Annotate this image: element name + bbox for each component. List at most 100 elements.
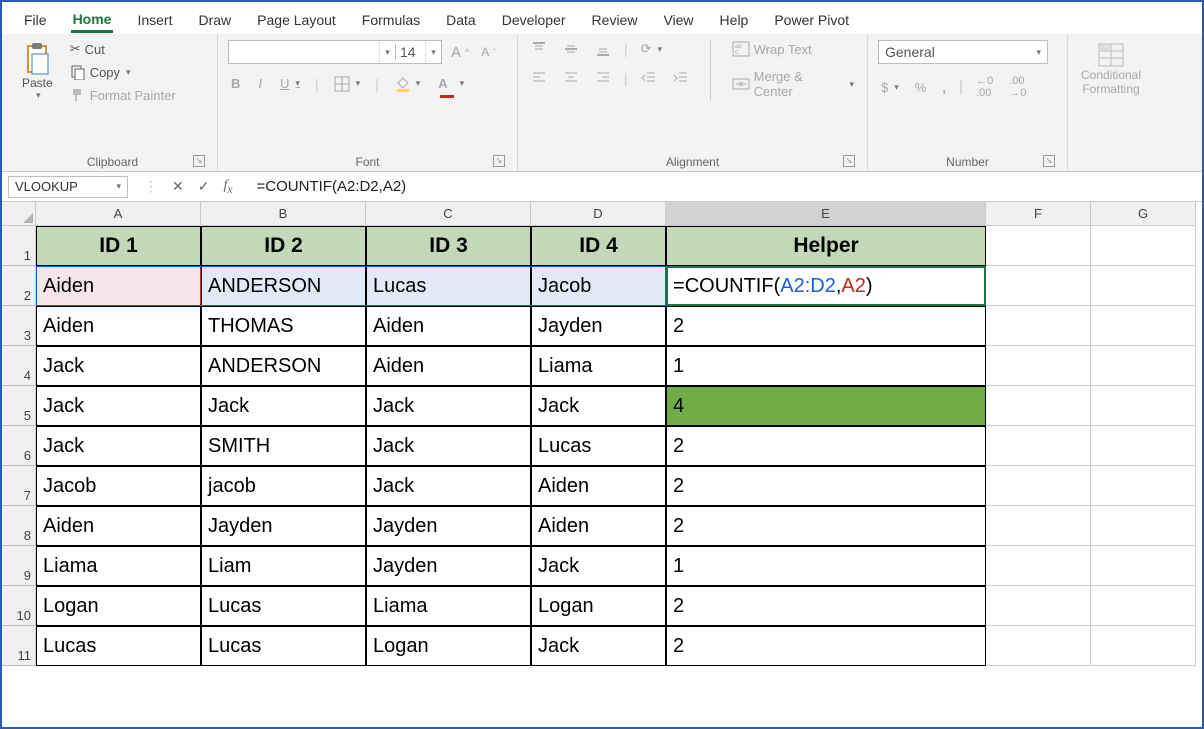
fx-icon[interactable]: fx <box>223 178 232 196</box>
cell-F7[interactable] <box>986 466 1091 506</box>
select-all-corner[interactable] <box>2 202 36 226</box>
cell-C6[interactable]: Jack <box>366 426 531 466</box>
cell-F4[interactable] <box>986 346 1091 386</box>
cell-A10[interactable]: Logan <box>36 586 201 626</box>
cell-B10[interactable]: Lucas <box>201 586 366 626</box>
number-format-dropdown[interactable]: General ▾ <box>878 40 1048 64</box>
cell-C11[interactable]: Logan <box>366 626 531 666</box>
cell-E11[interactable]: 2 <box>666 626 986 666</box>
cell-D1[interactable]: ID 4 <box>531 226 666 266</box>
enter-icon[interactable]: ✓ <box>198 178 210 196</box>
increase-font-button[interactable]: A^ <box>448 43 472 62</box>
row-header-11[interactable]: 11 <box>2 626 36 666</box>
tab-review[interactable]: Review <box>590 9 640 31</box>
cell-G3[interactable] <box>1091 306 1196 346</box>
borders-button[interactable]: ▾ <box>331 75 364 93</box>
col-header-C[interactable]: C <box>366 202 531 226</box>
font-color-button[interactable]: A▾ <box>435 74 467 93</box>
cell-B6[interactable]: SMITH <box>201 426 366 466</box>
cell-B3[interactable]: THOMAS <box>201 306 366 346</box>
cell-C5[interactable]: Jack <box>366 386 531 426</box>
cell-D3[interactable]: Jayden <box>531 306 666 346</box>
font-size-value[interactable]: 14 <box>395 44 425 60</box>
more-icon[interactable]: ⋮ <box>144 178 158 196</box>
cell-E3[interactable]: 2 <box>666 306 986 346</box>
row-header-3[interactable]: 3 <box>2 306 36 346</box>
cell-A5[interactable]: Jack <box>36 386 201 426</box>
cell-G2[interactable] <box>1091 266 1196 306</box>
orientation-button[interactable]: ⟳▾ <box>638 40 665 58</box>
cell-E10[interactable]: 2 <box>666 586 986 626</box>
cell-A3[interactable]: Aiden <box>36 306 201 346</box>
cell-F3[interactable] <box>986 306 1091 346</box>
cell-F11[interactable] <box>986 626 1091 666</box>
font-name-dropdown[interactable]: ▾ 14 ▾ <box>228 40 442 64</box>
name-box[interactable]: VLOOKUP ▾ <box>8 176 128 198</box>
cell-G6[interactable] <box>1091 426 1196 466</box>
increase-decimal-button[interactable]: ←0.00 <box>973 74 996 100</box>
bold-button[interactable]: B <box>228 75 243 92</box>
cell-G9[interactable] <box>1091 546 1196 586</box>
cell-G4[interactable] <box>1091 346 1196 386</box>
cell-D4[interactable]: Liama <box>531 346 666 386</box>
cell-C3[interactable]: Aiden <box>366 306 531 346</box>
cell-G7[interactable] <box>1091 466 1196 506</box>
cell-B9[interactable]: Liam <box>201 546 366 586</box>
paste-button[interactable]: Paste ▾ <box>18 40 57 103</box>
cell-G5[interactable] <box>1091 386 1196 426</box>
align-top-button[interactable] <box>528 40 550 58</box>
conditional-formatting-button[interactable]: Conditional Formatting <box>1078 40 1144 98</box>
col-header-F[interactable]: F <box>986 202 1091 226</box>
align-left-button[interactable] <box>528 70 550 86</box>
cell-D8[interactable]: Aiden <box>531 506 666 546</box>
cancel-icon[interactable]: ✕ <box>172 178 184 196</box>
cell-D5[interactable]: Jack <box>531 386 666 426</box>
decrease-decimal-button[interactable]: .00→0 <box>1006 74 1029 100</box>
cell-C2[interactable]: Lucas <box>366 266 531 306</box>
cell-E6[interactable]: 2 <box>666 426 986 466</box>
tab-file[interactable]: File <box>22 9 49 31</box>
cell-B4[interactable]: ANDERSON <box>201 346 366 386</box>
dialog-launcher-icon[interactable]: ↘ <box>1043 155 1055 167</box>
cell-D2[interactable]: Jacob <box>531 266 666 306</box>
align-right-button[interactable] <box>592 70 614 86</box>
align-bottom-button[interactable] <box>592 40 614 58</box>
cell-A6[interactable]: Jack <box>36 426 201 466</box>
cell-E4[interactable]: 1 <box>666 346 986 386</box>
cell-A9[interactable]: Liama <box>36 546 201 586</box>
dialog-launcher-icon[interactable]: ↘ <box>493 155 505 167</box>
wrap-text-button[interactable]: abc Wrap Text <box>729 40 857 58</box>
cell-C8[interactable]: Jayden <box>366 506 531 546</box>
cell-B11[interactable]: Lucas <box>201 626 366 666</box>
cell-G1[interactable] <box>1091 226 1196 266</box>
cell-B8[interactable]: Jayden <box>201 506 366 546</box>
align-middle-button[interactable] <box>560 40 582 58</box>
tab-help[interactable]: Help <box>718 9 751 31</box>
row-header-5[interactable]: 5 <box>2 386 36 426</box>
cell-C1[interactable]: ID 3 <box>366 226 531 266</box>
cell-A11[interactable]: Lucas <box>36 626 201 666</box>
tab-insert[interactable]: Insert <box>135 9 174 31</box>
col-header-G[interactable]: G <box>1091 202 1196 226</box>
cell-A1[interactable]: ID 1 <box>36 226 201 266</box>
underline-button[interactable]: U▾ <box>277 75 303 92</box>
cell-F5[interactable] <box>986 386 1091 426</box>
tab-power-pivot[interactable]: Power Pivot <box>772 9 851 31</box>
row-header-1[interactable]: 1 <box>2 226 36 266</box>
percent-button[interactable]: % <box>912 79 930 96</box>
decrease-font-button[interactable]: Aˇ <box>478 44 499 60</box>
col-header-D[interactable]: D <box>531 202 666 226</box>
cell-D7[interactable]: Aiden <box>531 466 666 506</box>
row-header-2[interactable]: 2 <box>2 266 36 306</box>
row-header-10[interactable]: 10 <box>2 586 36 626</box>
tab-home[interactable]: Home <box>71 8 114 33</box>
cell-F10[interactable] <box>986 586 1091 626</box>
cell-E5[interactable]: 4 <box>666 386 986 426</box>
cell-G10[interactable] <box>1091 586 1196 626</box>
cell-D6[interactable]: Lucas <box>531 426 666 466</box>
col-header-A[interactable]: A <box>36 202 201 226</box>
cell-F1[interactable] <box>986 226 1091 266</box>
row-header-8[interactable]: 8 <box>2 506 36 546</box>
cell-E8[interactable]: 2 <box>666 506 986 546</box>
row-header-9[interactable]: 9 <box>2 546 36 586</box>
